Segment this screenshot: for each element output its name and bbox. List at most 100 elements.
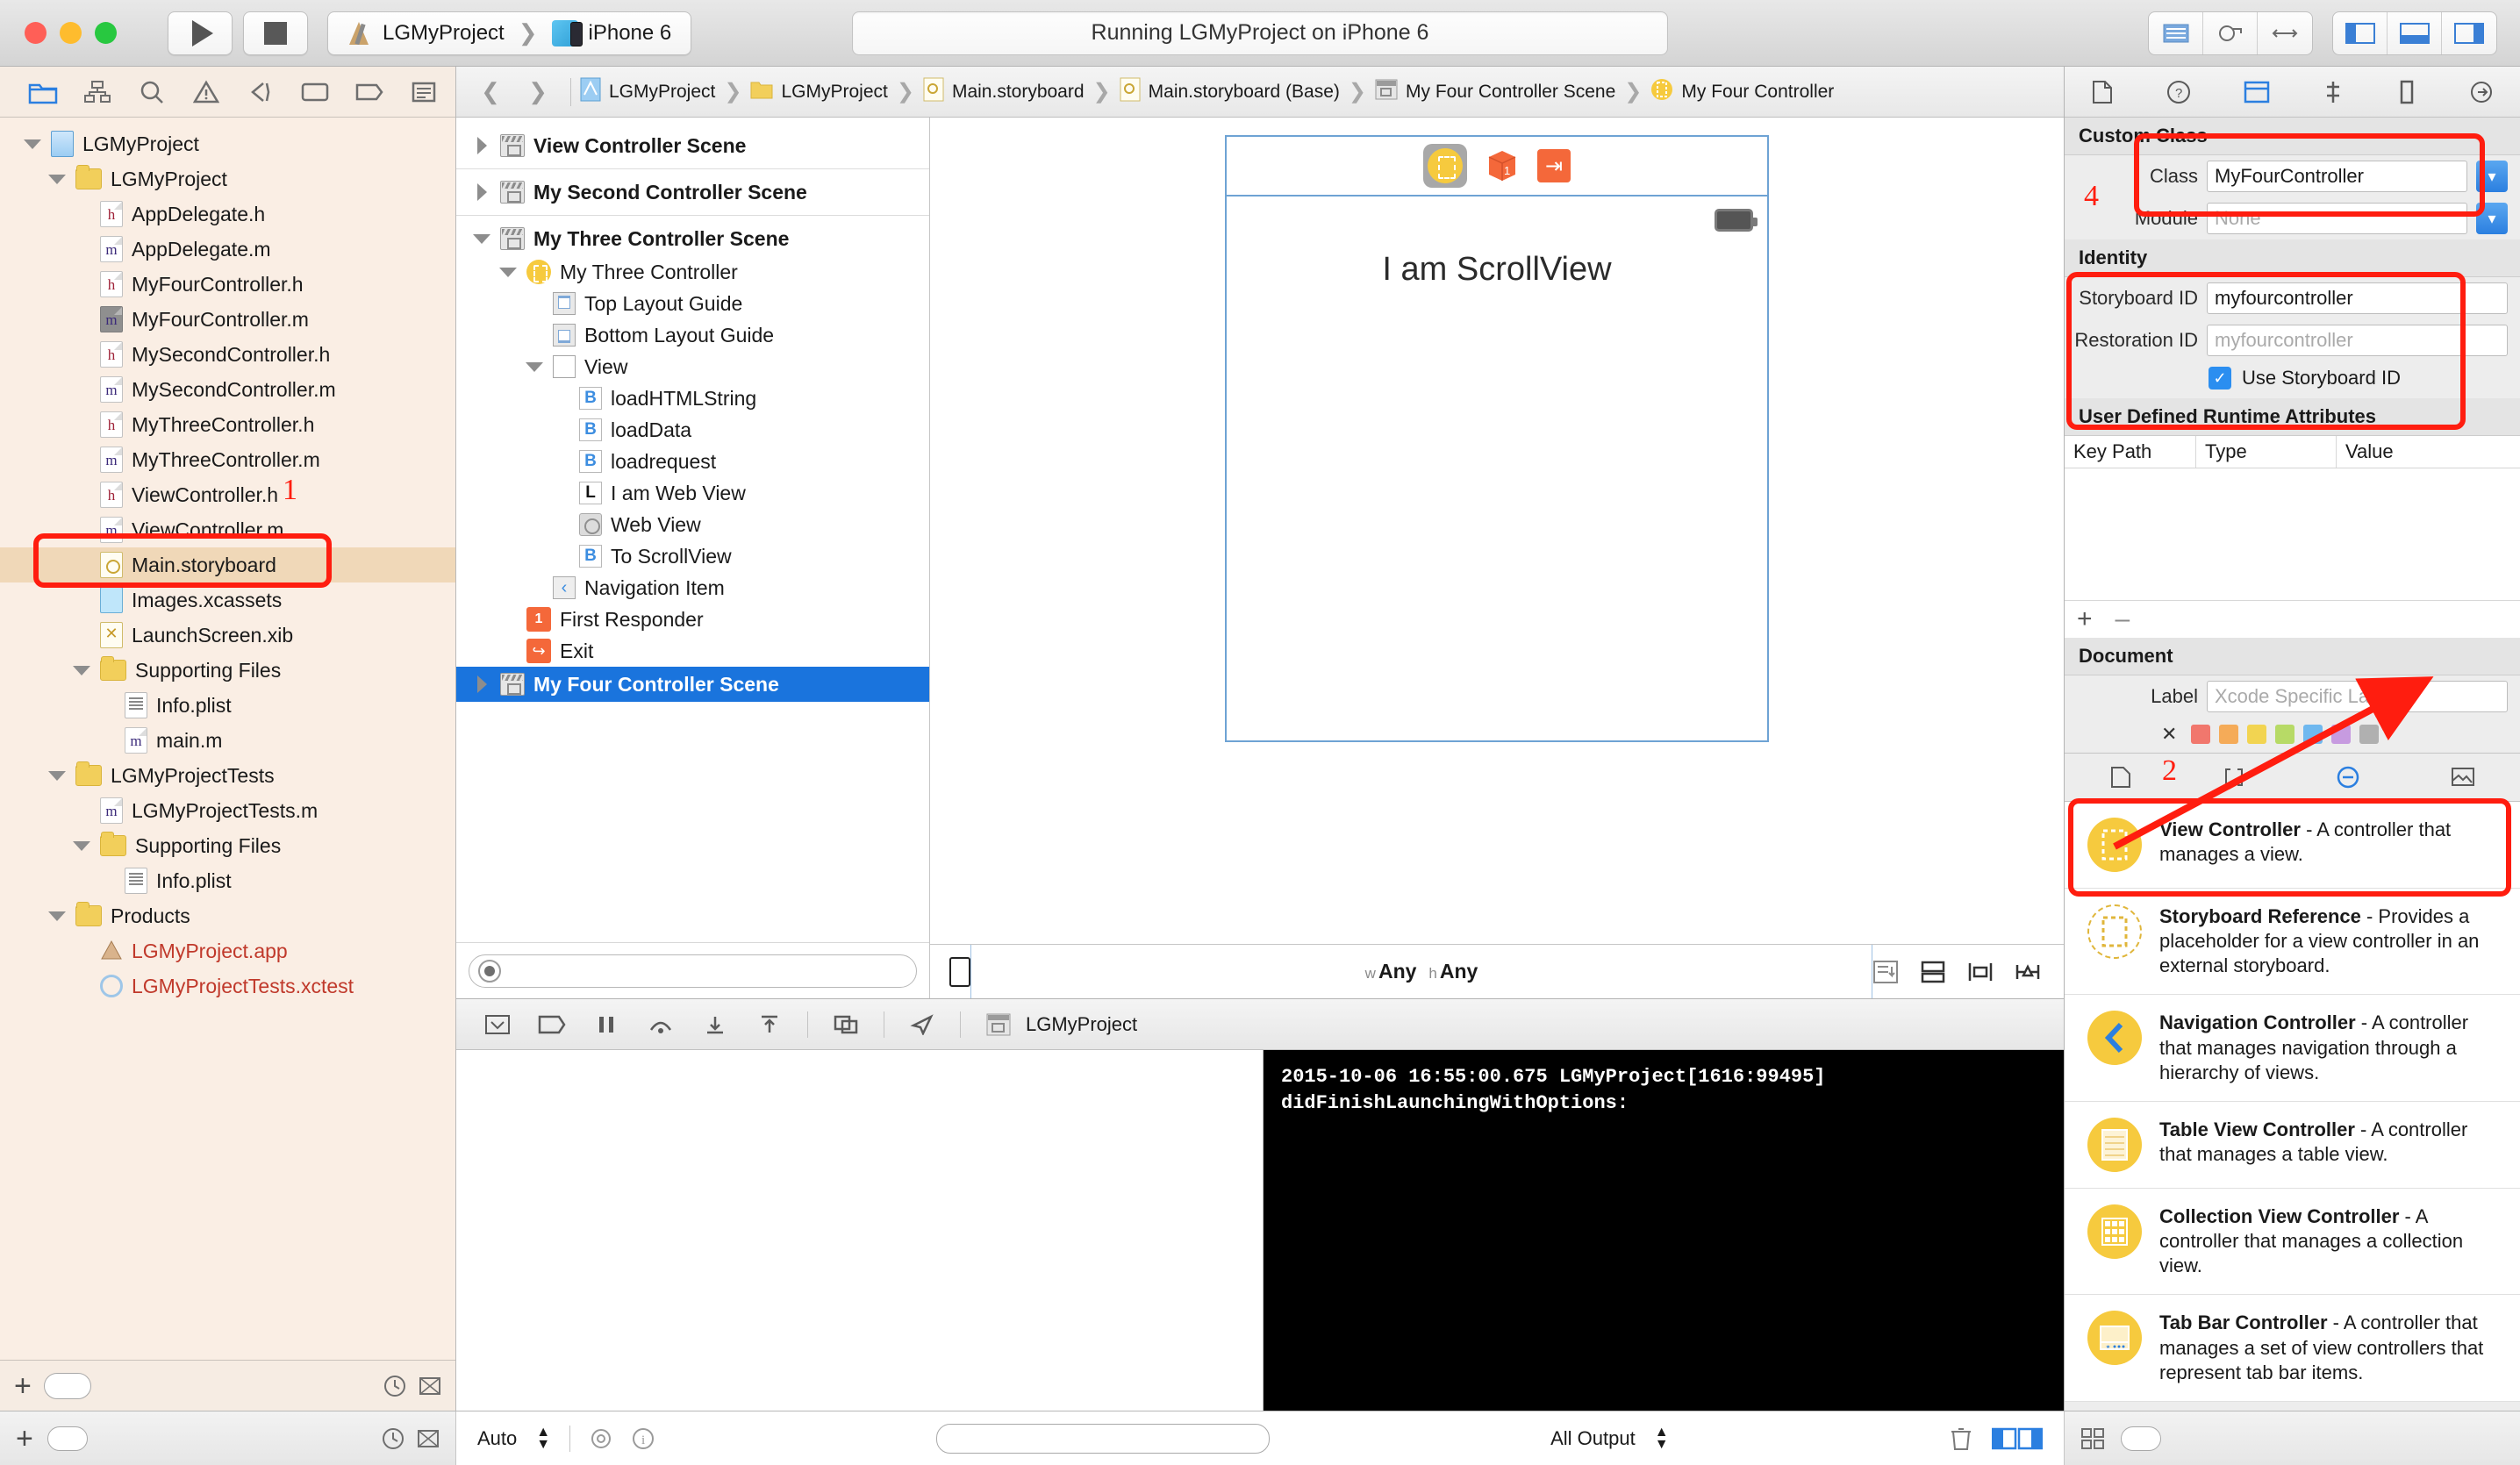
quick-help-tab[interactable]: ? bbox=[2166, 80, 2191, 104]
breadcrumb[interactable]: LGMyProject ❯ LGMyProject ❯ Main.storyboard ❯… bbox=[580, 77, 1834, 107]
trash-icon[interactable] bbox=[1950, 1426, 1972, 1451]
assistant-editor-button[interactable] bbox=[2203, 11, 2258, 54]
file-row[interactable]: LGMyProjectTests.xctest bbox=[0, 968, 455, 1004]
breadcrumb-item[interactable]: LGMyProject bbox=[750, 79, 888, 105]
outline-row-selected[interactable]: My Four Controller Scene bbox=[456, 667, 929, 702]
inspector-tabs[interactable]: ? bbox=[2065, 67, 2520, 118]
zoom-window-button[interactable] bbox=[95, 22, 117, 44]
library-tabs[interactable] bbox=[2065, 753, 2520, 802]
clock-icon[interactable] bbox=[383, 1375, 406, 1397]
close-window-button[interactable] bbox=[25, 22, 47, 44]
view-hierarchy-button[interactable] bbox=[819, 1014, 873, 1035]
file-row[interactable]: m AppDelegate.m bbox=[0, 232, 455, 267]
file-row[interactable]: h MyThreeController.h bbox=[0, 407, 455, 442]
file-row-selected[interactable]: Main.storyboard bbox=[0, 547, 455, 582]
file-row[interactable]: m MySecondController.m bbox=[0, 372, 455, 407]
object-library-tab[interactable] bbox=[2336, 765, 2360, 790]
simulate-location-button[interactable] bbox=[895, 1013, 949, 1035]
library-item[interactable]: Tab Bar Controller - A controller that m… bbox=[2065, 1295, 2520, 1402]
issue-navigator-tab[interactable] bbox=[179, 80, 233, 104]
module-dropdown-button[interactable]: ▾ bbox=[2476, 203, 2508, 234]
grid-icon[interactable] bbox=[2080, 1427, 2105, 1450]
disclosure-triangle-icon[interactable] bbox=[72, 836, 91, 855]
restoration-id-input[interactable]: myfourcontroller bbox=[2207, 325, 2508, 356]
outline-row[interactable]: 1 First Responder bbox=[456, 604, 929, 635]
storyboard-id-input[interactable]: myfourcontroller bbox=[2207, 282, 2508, 314]
outline-row[interactable]: BloadData bbox=[456, 414, 929, 446]
scene-screen[interactable]: I am ScrollView bbox=[1227, 197, 1767, 740]
find-navigator-tab[interactable] bbox=[125, 79, 179, 105]
library-filter-field[interactable] bbox=[2121, 1426, 2161, 1451]
toggle-navigator-button[interactable] bbox=[2333, 11, 2388, 54]
file-row[interactable]: m ViewController.m bbox=[0, 512, 455, 547]
all-output-stepper-icon[interactable]: ▲ ▼ bbox=[1655, 1425, 1669, 1451]
outline-filter-input[interactable] bbox=[469, 954, 917, 988]
attributes-inspector-tab[interactable] bbox=[2322, 80, 2345, 104]
breadcrumb-item[interactable]: LGMyProject bbox=[580, 77, 715, 107]
first-responder-icon[interactable]: 1 bbox=[1486, 148, 1518, 183]
exit-icon[interactable]: ⇥ bbox=[1537, 149, 1571, 182]
runtime-attributes-rows[interactable] bbox=[2065, 468, 2520, 600]
version-editor-button[interactable] bbox=[2258, 12, 2312, 54]
swatch-purple[interactable] bbox=[2331, 725, 2352, 744]
split-console-icon[interactable] bbox=[1992, 1427, 2044, 1450]
outline-row[interactable]: ↪ Exit bbox=[456, 635, 929, 667]
size-class-control[interactable]: w Any h Any bbox=[971, 960, 1872, 983]
library-item[interactable]: Collection View Controller - A controlle… bbox=[2065, 1189, 2520, 1296]
file-row[interactable]: m MyFourController.m bbox=[0, 302, 455, 337]
disclosure-triangle-icon[interactable] bbox=[47, 169, 67, 189]
file-row[interactable]: Supporting Files bbox=[0, 653, 455, 688]
disclosure-triangle-icon[interactable] bbox=[47, 906, 67, 925]
library-item[interactable]: Table View Controller - A controller tha… bbox=[2065, 1102, 2520, 1189]
swatch-gray[interactable] bbox=[2359, 725, 2380, 744]
file-row[interactable]: m LGMyProjectTests.m bbox=[0, 793, 455, 828]
editor-mode-segment[interactable] bbox=[2148, 11, 2313, 55]
outline-row[interactable]: My Three Controller Scene bbox=[456, 221, 929, 256]
toggle-debug-area-button[interactable] bbox=[2388, 11, 2442, 54]
size-inspector-tab[interactable] bbox=[2397, 80, 2416, 104]
outline-row[interactable]: Bottom Layout Guide bbox=[456, 319, 929, 351]
toggle-inspector-button[interactable] bbox=[2442, 12, 2496, 54]
remove-attribute-button[interactable]: – bbox=[2116, 604, 2130, 634]
media-library-tab[interactable] bbox=[2451, 766, 2475, 789]
object-library-list[interactable]: View Controller - A controller that mana… bbox=[2065, 802, 2520, 1402]
disclosure-triangle-icon[interactable] bbox=[525, 357, 544, 376]
disclosure-triangle-icon[interactable] bbox=[472, 229, 491, 248]
storyboard-canvas[interactable]: 1 ⇥ I am ScrollView w Any h Any bbox=[930, 118, 2064, 998]
update-frames-icon[interactable] bbox=[1872, 960, 1899, 984]
outline-tree[interactable]: View Controller Scene My Second Controlle… bbox=[456, 118, 929, 942]
canvas-viewport[interactable]: 1 ⇥ I am ScrollView bbox=[930, 118, 2064, 944]
console-output[interactable]: 2015-10-06 16:55:00.675 LGMyProject[1616… bbox=[1264, 1050, 2064, 1411]
run-button[interactable] bbox=[168, 11, 233, 55]
footer-filter-field[interactable] bbox=[47, 1426, 88, 1451]
align-icon[interactable] bbox=[1967, 960, 1994, 984]
library-item[interactable]: Navigation Controller - A controller tha… bbox=[2065, 995, 2520, 1102]
recent-icon[interactable] bbox=[382, 1427, 404, 1450]
file-row[interactable]: h MyFourController.h bbox=[0, 267, 455, 302]
outline-row[interactable]: View bbox=[456, 351, 929, 382]
info-icon[interactable]: i bbox=[632, 1427, 655, 1450]
outline-row[interactable]: L I am Web View bbox=[456, 477, 929, 509]
pause-button[interactable] bbox=[579, 1014, 634, 1035]
outline-row[interactable]: My Second Controller Scene bbox=[456, 175, 929, 210]
file-row[interactable]: m main.m bbox=[0, 723, 455, 758]
document-outline-toggle[interactable] bbox=[930, 956, 970, 987]
file-row[interactable]: Products bbox=[0, 898, 455, 933]
disclosure-triangle-icon[interactable] bbox=[472, 136, 491, 155]
project-file-tree[interactable]: LGMyProject LGMyProject h AppDelegate.h m App… bbox=[0, 118, 455, 1360]
scheme-selector[interactable]: LGMyProject ❯ iPhone 6 bbox=[327, 11, 692, 55]
outline-row[interactable]: View Controller Scene bbox=[456, 128, 929, 163]
minimize-window-button[interactable] bbox=[60, 22, 82, 44]
back-button[interactable]: ❮ bbox=[467, 78, 514, 105]
forward-button[interactable]: ❯ bbox=[514, 78, 562, 105]
disclosure-triangle-icon[interactable] bbox=[498, 262, 518, 282]
file-row[interactable]: h MySecondController.h bbox=[0, 337, 455, 372]
swatch-blue[interactable] bbox=[2303, 725, 2323, 744]
all-output-label[interactable]: All Output bbox=[1550, 1427, 1636, 1450]
file-row[interactable]: Supporting Files bbox=[0, 828, 455, 863]
disclosure-triangle-icon[interactable] bbox=[472, 182, 491, 202]
outline-row[interactable]: My Three Controller bbox=[456, 256, 929, 288]
library-item[interactable]: View Controller - A controller that mana… bbox=[2065, 802, 2520, 889]
breakpoint-navigator-tab[interactable] bbox=[342, 81, 397, 104]
disclosure-triangle-icon[interactable] bbox=[47, 766, 67, 785]
